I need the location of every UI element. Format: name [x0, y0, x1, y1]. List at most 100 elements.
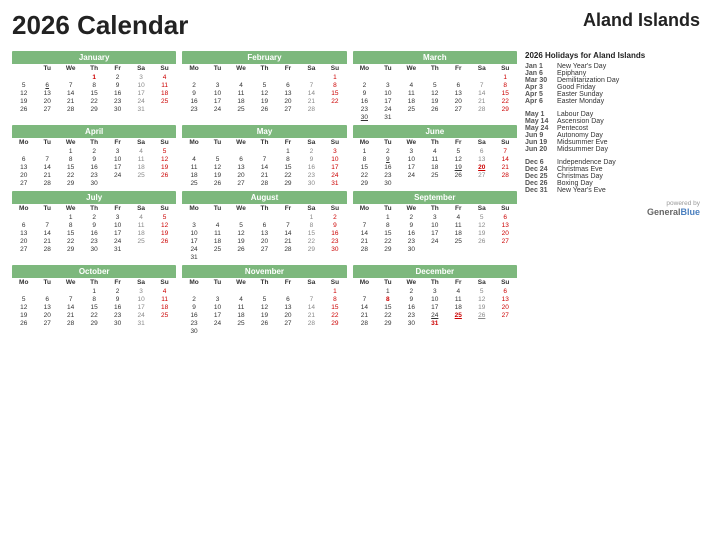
day-cell: 24 — [129, 97, 152, 105]
day-cell: 7 — [35, 221, 58, 229]
day-cell: 29 — [300, 245, 323, 253]
day-cell: 28 — [470, 105, 493, 113]
holiday-item: Dec 26Boxing Day — [525, 180, 700, 187]
holiday-item: Dec 6Independence Day — [525, 159, 700, 166]
day-cell: 20 — [276, 311, 299, 319]
day-cell: 3 — [323, 147, 347, 155]
day-header: Mo — [353, 278, 376, 287]
day-cell: 3 — [400, 147, 423, 155]
day-cell: 27 — [470, 171, 493, 179]
day-cell: 26 — [153, 171, 177, 179]
holiday-name: Epiphany — [557, 70, 586, 77]
day-cell: 14 — [253, 163, 276, 171]
day-header: Tu — [35, 138, 58, 147]
day-header: Mo — [182, 204, 205, 213]
day-cell: 18 — [129, 163, 152, 171]
day-header: Mo — [182, 278, 205, 287]
holiday-date: Apr 3 — [525, 84, 553, 91]
day-cell: 20 — [35, 311, 58, 319]
day-cell: 9 — [400, 295, 423, 303]
day-cell: 6 — [493, 287, 517, 295]
day-cell: 20 — [276, 97, 299, 105]
holiday-name: New Year's Day — [557, 63, 606, 70]
day-cell: 31 — [129, 319, 152, 327]
day-cell: 28 — [276, 245, 299, 253]
day-cell: 17 — [129, 303, 152, 311]
holiday-name: Pentecost — [557, 125, 588, 132]
day-cell: 12 — [253, 303, 276, 311]
holiday-name: Midsummer Day — [557, 146, 608, 153]
day-cell — [229, 327, 252, 335]
day-cell — [253, 287, 276, 295]
day-cell: 24 — [129, 311, 152, 319]
day-header: We — [229, 278, 252, 287]
day-cell: 25 — [182, 179, 205, 187]
month-header: August — [182, 191, 346, 204]
day-cell: 25 — [153, 311, 177, 319]
day-cell: 2 — [323, 213, 347, 221]
day-cell: 27 — [447, 105, 470, 113]
day-cell: 31 — [376, 113, 399, 121]
day-cell: 25 — [447, 311, 470, 319]
day-cell — [153, 179, 177, 187]
day-cell — [323, 327, 347, 335]
day-cell: 11 — [153, 81, 177, 89]
day-cell: 5 — [447, 147, 470, 155]
day-cell — [206, 147, 229, 155]
day-cell — [206, 253, 229, 261]
day-cell: 22 — [82, 97, 105, 105]
day-cell: 10 — [129, 81, 152, 89]
day-cell: 31 — [182, 253, 205, 261]
month-header: May — [182, 125, 346, 138]
day-cell: 23 — [182, 105, 205, 113]
day-cell: 27 — [12, 245, 35, 253]
day-cell: 15 — [353, 163, 376, 171]
day-cell: 5 — [153, 147, 177, 155]
day-header: Mo — [353, 204, 376, 213]
day-header: Fr — [276, 64, 299, 73]
day-cell: 27 — [35, 105, 58, 113]
day-header: Mo — [182, 138, 205, 147]
day-cell: 4 — [447, 213, 470, 221]
day-cell: 9 — [353, 89, 376, 97]
day-cell: 14 — [493, 155, 517, 163]
day-cell: 22 — [376, 311, 399, 319]
day-cell: 18 — [129, 229, 152, 237]
day-cell: 25 — [229, 319, 252, 327]
day-cell: 23 — [106, 311, 129, 319]
day-cell: 6 — [276, 81, 299, 89]
day-cell: 7 — [353, 221, 376, 229]
day-cell — [400, 73, 423, 81]
day-cell — [253, 213, 276, 221]
day-cell: 16 — [300, 163, 323, 171]
day-cell: 17 — [129, 89, 152, 97]
holiday-date: May 14 — [525, 118, 553, 125]
day-cell: 7 — [493, 147, 517, 155]
day-header: We — [59, 138, 82, 147]
day-header: Th — [82, 278, 105, 287]
day-header: Su — [493, 64, 517, 73]
day-cell — [12, 147, 35, 155]
day-cell: 2 — [106, 287, 129, 295]
day-cell: 20 — [470, 163, 493, 171]
day-header: Sa — [470, 64, 493, 73]
day-cell: 8 — [300, 221, 323, 229]
month-may: MayMoTuWeThFrSaSu12345678910111213141516… — [182, 125, 346, 187]
day-cell: 25 — [400, 105, 423, 113]
day-header: Sa — [300, 278, 323, 287]
day-cell: 16 — [400, 229, 423, 237]
day-header: Th — [82, 64, 105, 73]
holiday-date: Dec 26 — [525, 180, 553, 187]
day-cell: 15 — [493, 89, 517, 97]
day-header: We — [400, 138, 423, 147]
holiday-date: Jan 1 — [525, 63, 553, 70]
day-header: Sa — [129, 64, 152, 73]
day-cell: 4 — [423, 147, 446, 155]
day-cell: 21 — [59, 311, 82, 319]
holiday-item: Jan 6Epiphany — [525, 70, 700, 77]
day-cell: 12 — [12, 303, 35, 311]
day-cell: 24 — [400, 171, 423, 179]
day-cell: 21 — [276, 237, 299, 245]
day-cell: 11 — [229, 89, 252, 97]
day-header: Tu — [206, 278, 229, 287]
